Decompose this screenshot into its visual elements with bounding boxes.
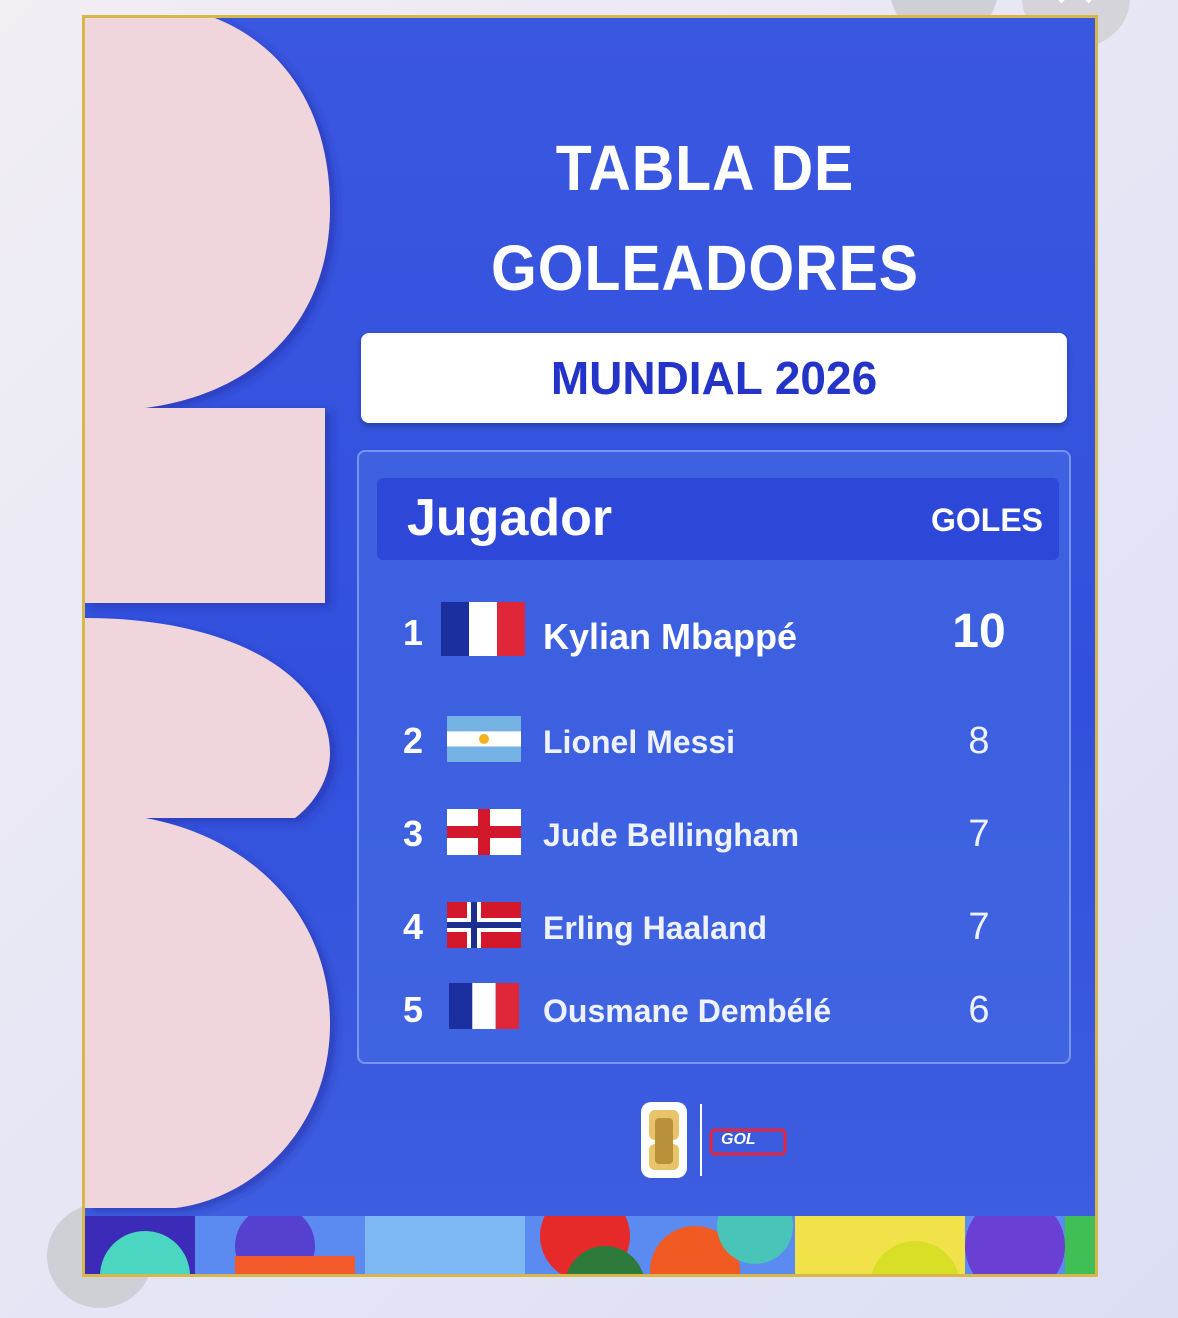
rank: 5 xyxy=(403,989,424,1030)
rank: 3 xyxy=(403,813,424,854)
goals-count: 8 xyxy=(968,720,990,762)
sponsor-logos: GOL xyxy=(641,1098,841,1208)
player-name: Lionel Messi xyxy=(543,724,736,760)
goals-count: 7 xyxy=(968,906,990,948)
rank: 2 xyxy=(403,720,424,761)
table-row: 2 Lionel Messi 8 xyxy=(359,710,1073,770)
column-player-label: Jugador xyxy=(407,489,613,547)
table-row: 3 Jude Bellingham 7 xyxy=(359,803,1073,863)
table-row: 4 Erling Haaland 7 xyxy=(359,896,1073,956)
column-goals-label: GOLES xyxy=(930,502,1043,538)
page-title: TABLA DE GOLEADORES xyxy=(355,118,1054,318)
player-name: Erling Haaland xyxy=(543,910,768,946)
table-row: 1 Kylian Mbappé 10 xyxy=(359,602,1073,662)
table-row: 5 Ousmane Dembélé 6 xyxy=(359,979,1073,1039)
goals-count: 6 xyxy=(968,989,990,1031)
title-line-1: TABLA DE xyxy=(555,132,855,204)
subtitle-text: MUNDIAL 2026 xyxy=(550,352,878,404)
player-name: Kylian Mbappé xyxy=(543,616,798,657)
player-name: Jude Bellingham xyxy=(543,817,800,853)
scorers-card: TABLA DE GOLEADORES MUNDIAL 2026 Jugador… xyxy=(82,15,1098,1277)
norway-flag-icon xyxy=(447,902,521,948)
close-icon xyxy=(1058,0,1092,4)
rank: 4 xyxy=(403,906,424,947)
title-line-2: GOLEADORES xyxy=(491,232,919,304)
goals-count: 7 xyxy=(968,813,990,855)
subtitle-banner: MUNDIAL 2026 xyxy=(361,333,1067,423)
player-name: Ousmane Dembélé xyxy=(543,993,832,1029)
goals-count: 10 xyxy=(952,605,1006,658)
france-flag-icon xyxy=(449,983,519,1029)
france-flag-icon xyxy=(441,602,525,656)
table-header: Jugador GOLES xyxy=(377,478,1059,560)
england-flag-icon xyxy=(447,809,521,855)
gol-brand-text: GOL xyxy=(721,1131,756,1148)
scorers-table: Jugador GOLES 1 Kylian Mbappé 10 2 Lione… xyxy=(357,450,1071,1064)
colorful-bottom-band xyxy=(85,1216,1095,1274)
rank: 1 xyxy=(403,612,424,653)
argentina-flag-icon xyxy=(447,716,521,762)
